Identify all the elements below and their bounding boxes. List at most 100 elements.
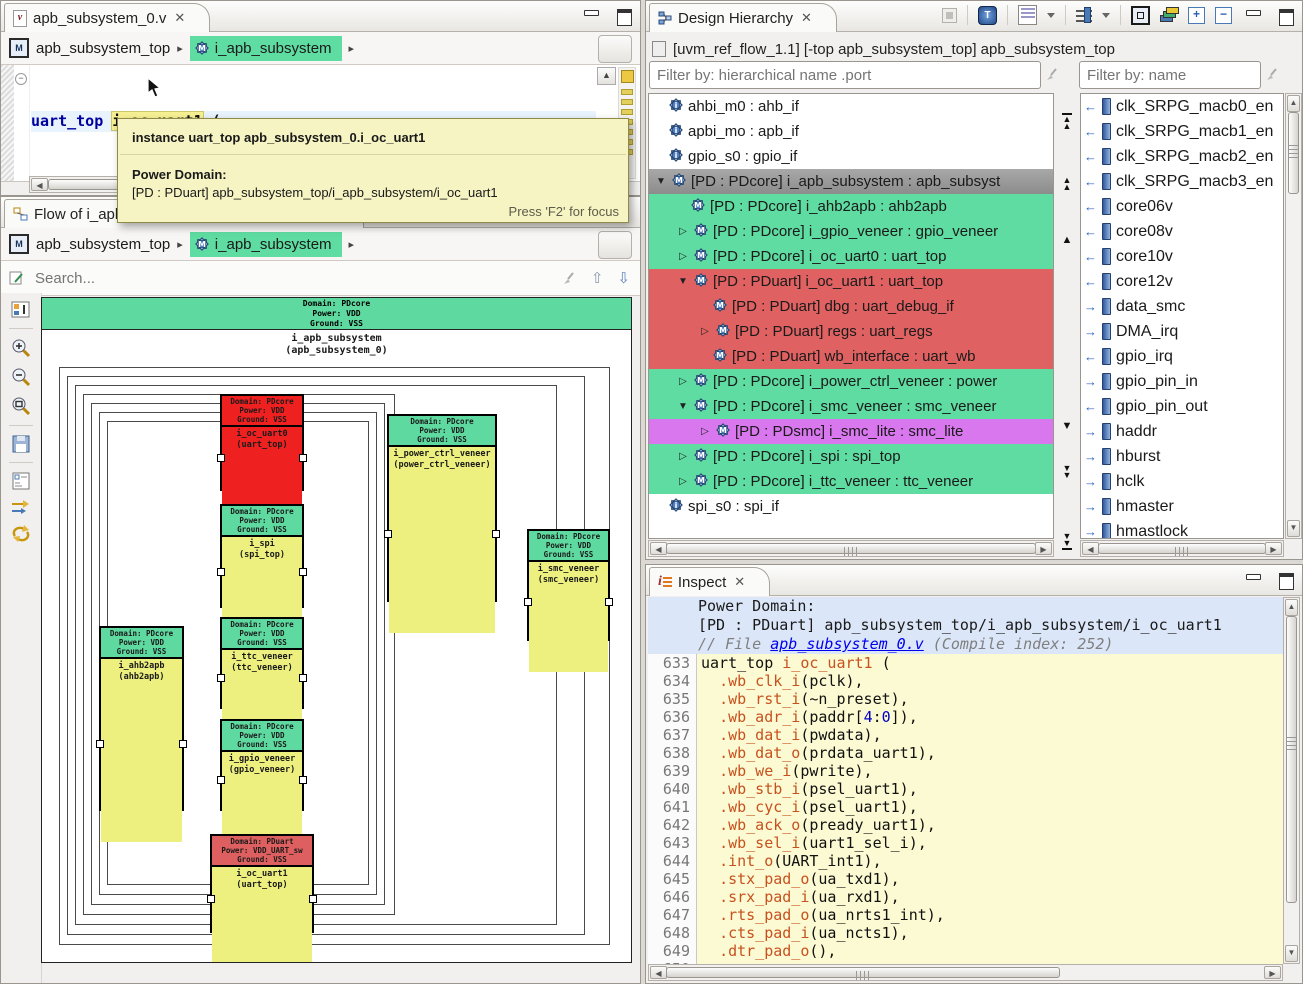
tree-item[interactable]: igpio_s0 : gpio_if: [649, 144, 1053, 169]
signal-item[interactable]: ←core08v: [1081, 219, 1283, 244]
properties-icon[interactable]: [11, 301, 31, 319]
breadcrumb-arrow-icon[interactable]: ▸: [177, 238, 183, 251]
signal-item[interactable]: →hmaster: [1081, 494, 1283, 519]
signal-item[interactable]: ←core06v: [1081, 194, 1283, 219]
maximize-icon[interactable]: [1279, 573, 1294, 590]
tree-item[interactable]: ▷ M[PD : PDcore] i_gpio_veneer : gpio_ve…: [649, 219, 1053, 244]
signal-item[interactable]: ←clk_SRPG_macb2_en: [1081, 144, 1283, 169]
go-first-highlight-icon[interactable]: ▲▲: [1059, 113, 1075, 130]
tree-expanded-arrow-icon[interactable]: ▼: [677, 276, 689, 287]
tree-item[interactable]: iahbi_m0 : ahb_if: [649, 94, 1053, 119]
signal-item[interactable]: ←clk_SRPG_macb1_en: [1081, 119, 1283, 144]
diagram-block-i_spi[interactable]: Domain: PDcorePower: VDDGround: VSSi_spi…: [220, 504, 304, 608]
scroll-down-icon[interactable]: ▼: [1287, 520, 1300, 537]
tab-design-hierarchy[interactable]: Design Hierarchy ✕: [649, 3, 837, 32]
diagram-block-i_ttc_veneer[interactable]: Domain: PDcorePower: VDDGround: VSSi_ttc…: [220, 617, 304, 709]
diagram-block-i_smc_veneer[interactable]: Domain: PDcorePower: VDDGround: VSSi_smc…: [527, 529, 610, 641]
tree-item[interactable]: ▷ M[PD : PDcore] i_spi : spi_top: [649, 444, 1053, 469]
page-down-highlight-icon[interactable]: ▼▼: [1059, 465, 1075, 479]
scrollbar-thumb[interactable]: [1098, 543, 1266, 554]
show-hierarchy-button[interactable]: [598, 35, 632, 63]
search-next-icon[interactable]: ⇩: [617, 269, 630, 287]
tree-collapsed-arrow-icon[interactable]: ▷: [677, 476, 689, 487]
scroll-right-icon[interactable]: ▶: [1035, 542, 1052, 555]
diagram-block-i_oc_uart0[interactable]: Domain: PDcorePower: VDDGround: VSSi_oc_…: [220, 394, 304, 491]
scroll-up-icon[interactable]: ▲: [597, 67, 616, 85]
go-last-highlight-icon[interactable]: ▼▼: [1059, 533, 1075, 550]
trace-arrows-icon[interactable]: [11, 499, 31, 515]
tree-item[interactable]: ▷ M[PD : PDcore] i_power_ctrl_veneer : p…: [649, 369, 1053, 394]
filter-columns-icon[interactable]: [1076, 7, 1092, 23]
minimize-icon[interactable]: [584, 10, 599, 16]
signal-item[interactable]: →haddr: [1081, 419, 1283, 444]
minimize-icon[interactable]: [1246, 10, 1261, 16]
tree-item[interactable]: ispi_s0 : spi_if: [649, 494, 1053, 519]
scrollbar-thumb[interactable]: [666, 967, 1060, 978]
next-highlight-icon[interactable]: ▼: [1059, 423, 1075, 430]
signal-item[interactable]: ←gpio_irq: [1081, 344, 1283, 369]
signal-item[interactable]: →hburst: [1081, 444, 1283, 469]
save-icon[interactable]: [12, 435, 30, 453]
scroll-up-icon[interactable]: ▲: [1287, 95, 1300, 112]
tab-inspect[interactable]: i Inspect ✕: [649, 567, 770, 596]
scroll-right-icon[interactable]: ▶: [1265, 542, 1282, 555]
tree-expanded-arrow-icon[interactable]: ▼: [655, 176, 667, 187]
signal-item[interactable]: →data_smc: [1081, 294, 1283, 319]
close-icon[interactable]: ✕: [174, 10, 185, 26]
breadcrumb-item-selected[interactable]: M i_apb_subsystem: [190, 232, 342, 257]
filter-hierarchical-input[interactable]: [649, 61, 1041, 89]
signal-item[interactable]: ←core10v: [1081, 244, 1283, 269]
breadcrumb-arrow-icon[interactable]: ▸: [177, 42, 183, 55]
diagram-block-i_oc_uart1[interactable]: Domain: PDuartPower: VDD_UART_swGround: …: [210, 834, 314, 933]
collapse-all-icon[interactable]: −: [1215, 7, 1232, 24]
scroll-up-icon[interactable]: ▲: [1285, 599, 1298, 616]
tree-collapsed-arrow-icon[interactable]: ▷: [699, 426, 711, 437]
show-hierarchy-button[interactable]: [598, 231, 632, 259]
scrollbar-thumb[interactable]: [1286, 616, 1297, 903]
scrollbar-thumb[interactable]: [1288, 112, 1299, 194]
chevron-down-icon[interactable]: [1047, 13, 1055, 18]
signal-item[interactable]: ←gpio_pin_out: [1081, 394, 1283, 419]
clear-filter-broom-icon[interactable]: [1045, 67, 1060, 82]
diagram-block-i_gpio_veneer[interactable]: Domain: PDcorePower: VDDGround: VSSi_gpi…: [220, 719, 304, 811]
power-domain-diagram-canvas[interactable]: Domain: PDcore Power: VDD Ground: VSS i_…: [41, 297, 632, 963]
layers-icon[interactable]: [1160, 7, 1178, 23]
tree-item[interactable]: M[PD : PDcore] i_ahb2apb : ahb2apb: [649, 194, 1053, 219]
scroll-right-icon[interactable]: ▶: [1264, 966, 1281, 979]
search-prev-icon[interactable]: ⇧: [591, 269, 604, 287]
breadcrumb-item[interactable]: apb_subsystem_top: [36, 40, 170, 57]
tree-item[interactable]: ▷ M[PD : PDsmc] i_smc_lite : smc_lite: [649, 419, 1053, 444]
chip-icon[interactable]: [1131, 6, 1150, 25]
close-icon[interactable]: ✕: [801, 10, 812, 26]
inspect-horizontal-scrollbar[interactable]: ◀ ▶: [648, 964, 1283, 981]
breadcrumb-item[interactable]: apb_subsystem_top: [36, 236, 170, 253]
zoom-fit-icon[interactable]: [11, 396, 31, 416]
clear-filter-broom-icon[interactable]: [1265, 67, 1280, 82]
tree-item[interactable]: ▷ M[PD : PDcore] i_ttc_veneer : ttc_vene…: [649, 469, 1053, 494]
prev-highlight-icon[interactable]: ▲: [1059, 237, 1075, 244]
tree-collapsed-arrow-icon[interactable]: ▷: [677, 251, 689, 262]
port-signal-list[interactable]: ←clk_SRPG_macb0_en←clk_SRPG_macb1_en←clk…: [1080, 93, 1284, 539]
signal-item[interactable]: ←clk_SRPG_macb3_en: [1081, 169, 1283, 194]
sync-refresh-icon[interactable]: [11, 524, 31, 542]
zoom-in-icon[interactable]: [11, 338, 31, 358]
maximize-icon[interactable]: [617, 9, 632, 26]
tree-item[interactable]: ▷ M[PD : PDuart] regs : uart_regs: [649, 319, 1053, 344]
checklist-icon[interactable]: [1018, 5, 1037, 25]
scroll-left-icon[interactable]: ◀: [650, 966, 667, 979]
tree-item[interactable]: iapbi_mo : apb_if: [649, 119, 1053, 144]
tree-item[interactable]: ▼ M[PD : PDcore] i_apb_subsystem : apb_s…: [649, 169, 1053, 194]
minimize-icon[interactable]: [1246, 574, 1261, 580]
signal-item[interactable]: →hmastlock: [1081, 519, 1283, 539]
tree-item[interactable]: M[PD : PDuart] dbg : uart_debug_if: [649, 294, 1053, 319]
options-form-icon[interactable]: [12, 472, 30, 490]
filter-name-input[interactable]: [1079, 61, 1261, 89]
scroll-down-icon[interactable]: ▼: [1285, 945, 1298, 962]
page-up-highlight-icon[interactable]: ▲▲: [1059, 177, 1075, 191]
maximize-icon[interactable]: [1279, 9, 1294, 26]
tree-expanded-arrow-icon[interactable]: ▼: [677, 401, 689, 412]
tree-horizontal-scrollbar[interactable]: ◀ ▶: [648, 540, 1054, 557]
close-icon[interactable]: ✕: [734, 574, 745, 590]
tree-collapsed-arrow-icon[interactable]: ▷: [699, 326, 711, 337]
fold-collapse-icon[interactable]: −: [15, 73, 27, 85]
